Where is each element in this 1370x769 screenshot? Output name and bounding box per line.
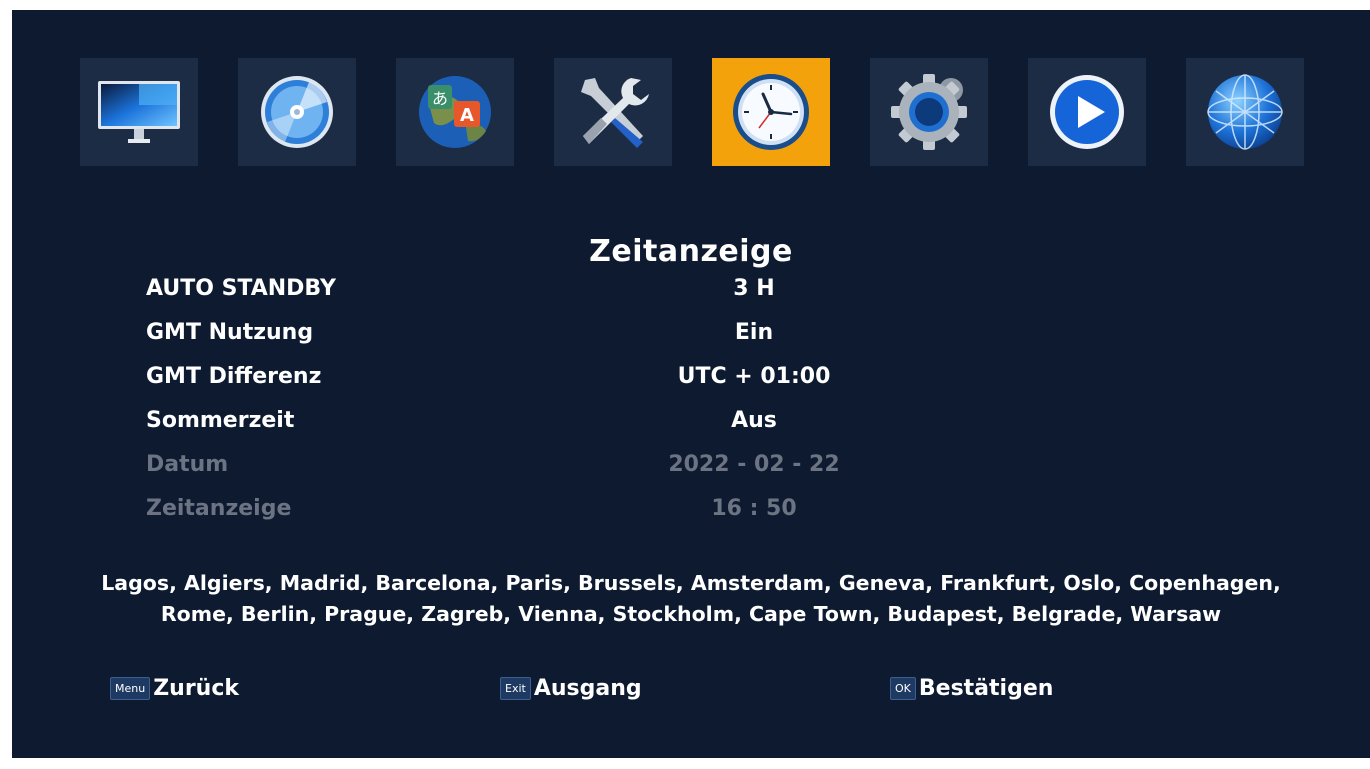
setting-value: UTC + 01:00 [677, 364, 831, 389]
hint-confirm[interactable]: OK Bestätigen [890, 676, 1053, 701]
tab-language[interactable]: あ A [396, 58, 514, 166]
network-globe-icon [1207, 74, 1283, 150]
setting-label: Sommerzeit [146, 408, 295, 433]
tools-icon [581, 78, 649, 148]
setting-value: Ein [734, 320, 774, 345]
setting-row-gmt-offset[interactable]: GMT Differenz UTC + 01:00 [12, 364, 1370, 408]
setting-value: Aus [731, 408, 777, 433]
tab-time[interactable] [712, 58, 830, 166]
ok-key-badge: OK [890, 677, 916, 700]
exit-key-badge: Exit [500, 677, 531, 700]
setting-label: GMT Nutzung [146, 320, 314, 345]
timezone-cities: Lagos, Algiers, Madrid, Barcelona, Paris… [92, 568, 1290, 630]
setting-label: AUTO STANDBY [146, 276, 336, 301]
setting-label: Zeitanzeige [146, 496, 292, 521]
disc-icon [261, 76, 333, 148]
exit-label: Ausgang [533, 676, 642, 701]
setting-value: 3 H [733, 276, 775, 301]
setting-label: Datum [146, 452, 229, 477]
setting-label: GMT Differenz [146, 364, 322, 389]
tab-player[interactable] [1028, 58, 1146, 166]
back-label: Zurück [153, 676, 240, 701]
tab-display[interactable] [80, 58, 198, 166]
settings-screen: あ A Zeitanzeige AUTO STANDBY 3 H GMT Nut… [12, 10, 1370, 758]
hint-exit[interactable]: Exit Ausgang [500, 676, 642, 701]
setting-row-date: Datum 2022 - 02 - 22 [12, 452, 1370, 496]
setting-value: 2022 - 02 - 22 [668, 452, 840, 477]
tab-media[interactable] [238, 58, 356, 166]
cities-line: Lagos, Algiers, Madrid, Barcelona, Paris… [101, 571, 1281, 595]
svg-text:A: A [460, 105, 474, 126]
play-icon [1050, 75, 1124, 149]
cities-line: Rome, Berlin, Prague, Zagreb, Vienna, St… [160, 602, 1222, 626]
page-title: Zeitanzeige [589, 234, 793, 269]
confirm-label: Bestätigen [918, 676, 1054, 701]
setting-row-gmt-usage[interactable]: GMT Nutzung Ein [12, 320, 1370, 364]
svg-text:あ: あ [432, 89, 448, 108]
clock-icon [733, 74, 809, 150]
gear-icon [891, 74, 967, 150]
tab-network[interactable] [1186, 58, 1304, 166]
setting-value: 16 : 50 [711, 496, 797, 521]
monitor-icon [98, 81, 180, 143]
language-globe-icon: あ A [419, 76, 491, 148]
tab-tools[interactable] [554, 58, 672, 166]
setting-row-time: Zeitanzeige 16 : 50 [12, 496, 1370, 540]
menu-key-badge: Menu [110, 677, 151, 700]
setting-row-auto-standby[interactable]: AUTO STANDBY 3 H [12, 276, 1370, 320]
setting-row-daylight-saving[interactable]: Sommerzeit Aus [12, 408, 1370, 452]
tab-system[interactable] [870, 58, 988, 166]
hint-back[interactable]: Menu Zurück [110, 676, 239, 701]
